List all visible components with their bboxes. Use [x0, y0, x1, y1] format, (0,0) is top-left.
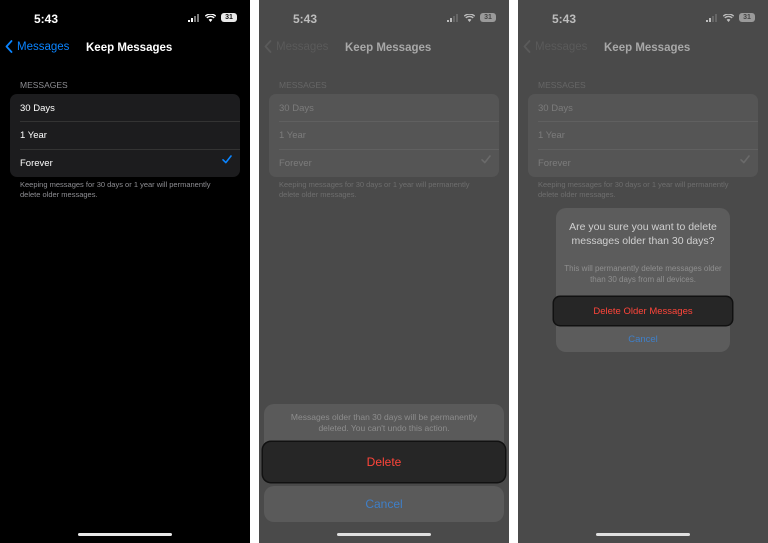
options-list: 30 Days 1 Year Forever — [10, 94, 240, 177]
delete-older-messages-button[interactable]: Delete Older Messages — [554, 297, 732, 325]
option-1-year: 1 Year — [538, 121, 748, 149]
option-1-year: 1 Year — [279, 121, 489, 149]
option-forever: Forever — [279, 149, 489, 177]
status-bar: 5:43 31 — [0, 12, 250, 26]
alert-title: Are you sure you want to delete messages… — [569, 221, 717, 247]
section-footnote: Keeping messages for 30 days or 1 year w… — [538, 180, 729, 199]
back-button-label: Messages — [17, 40, 70, 53]
navigation-bar: Messages Keep Messages — [0, 40, 250, 58]
section-header: MESSAGES — [20, 80, 68, 90]
navigation-bar: Messages Keep Messages — [518, 40, 768, 58]
page-title: Keep Messages — [86, 42, 173, 54]
alert-cancel-button[interactable]: Cancel — [556, 330, 730, 348]
option-label: Forever — [538, 157, 571, 169]
option-label: 30 Days — [279, 102, 314, 114]
back-button-label: Messages — [535, 40, 588, 53]
home-indicator[interactable] — [78, 533, 172, 536]
cancel-button[interactable]: Cancel — [264, 486, 504, 522]
status-time: 5:43 — [552, 12, 577, 26]
section-footnote: Keeping messages for 30 days or 1 year w… — [279, 180, 470, 199]
checkmark-icon — [740, 155, 750, 164]
section-header: MESSAGES — [538, 80, 586, 90]
option-label: Forever — [279, 157, 312, 169]
action-sheet-screen: 5:43 31 Messages Keep Messages MESSAGES … — [259, 0, 509, 543]
option-1-year[interactable]: 1 Year — [20, 121, 230, 149]
home-indicator[interactable] — [596, 533, 690, 536]
action-sheet-message: Messages older than 30 days will be perm… — [264, 404, 504, 444]
option-label: 1 Year — [538, 129, 565, 141]
back-button[interactable]: Messages — [264, 40, 328, 53]
section-footnote: Keeping messages for 30 days or 1 year w… — [20, 180, 211, 199]
option-label: 30 Days — [538, 102, 573, 114]
back-button[interactable]: Messages — [523, 40, 587, 53]
chevron-left-icon — [523, 40, 531, 53]
back-button[interactable]: Messages — [5, 40, 69, 53]
battery-icon: 31 — [480, 13, 496, 22]
alert-screen: 5:43 31 Messages Keep Messages MESSAGES … — [518, 0, 768, 543]
page-title: Keep Messages — [604, 42, 691, 54]
chevron-left-icon — [264, 40, 272, 53]
status-bar: 5:43 31 — [518, 12, 768, 26]
option-label: Forever — [20, 157, 53, 169]
checkmark-icon — [222, 155, 232, 164]
option-30-days: 30 Days — [538, 94, 748, 122]
navigation-bar: Messages Keep Messages — [259, 40, 509, 58]
option-30-days[interactable]: 30 Days — [20, 94, 230, 122]
section-header: MESSAGES — [279, 80, 327, 90]
option-label: 1 Year — [279, 129, 306, 141]
cellular-signal-icon — [706, 13, 717, 22]
cellular-signal-icon — [447, 13, 458, 22]
confirmation-alert: Are you sure you want to delete messages… — [554, 208, 732, 352]
option-forever[interactable]: Forever — [20, 149, 230, 177]
checkmark-icon — [481, 155, 491, 164]
wifi-icon — [723, 13, 734, 22]
cellular-signal-icon — [188, 13, 199, 22]
options-list: 30 Days 1 Year Forever — [528, 94, 758, 177]
option-label: 30 Days — [20, 102, 55, 114]
status-time: 5:43 — [34, 12, 59, 26]
option-label: 1 Year — [20, 129, 47, 141]
alert-message: This will permanently delete messages ol… — [564, 264, 722, 284]
home-indicator[interactable] — [337, 533, 431, 536]
option-30-days: 30 Days — [279, 94, 489, 122]
battery-icon: 31 — [221, 13, 237, 22]
battery-icon: 31 — [739, 13, 755, 22]
back-button-label: Messages — [276, 40, 329, 53]
page-title: Keep Messages — [345, 42, 432, 54]
status-bar: 5:43 31 — [259, 12, 509, 26]
options-list: 30 Days 1 Year Forever — [269, 94, 499, 177]
status-time: 5:43 — [293, 12, 318, 26]
settings-screen: 5:43 31 Messages Keep Messages MESSAGES … — [0, 0, 250, 543]
option-forever: Forever — [538, 149, 748, 177]
chevron-left-icon — [5, 40, 13, 53]
delete-button[interactable]: Delete — [263, 442, 505, 482]
wifi-icon — [464, 13, 475, 22]
wifi-icon — [205, 13, 216, 22]
